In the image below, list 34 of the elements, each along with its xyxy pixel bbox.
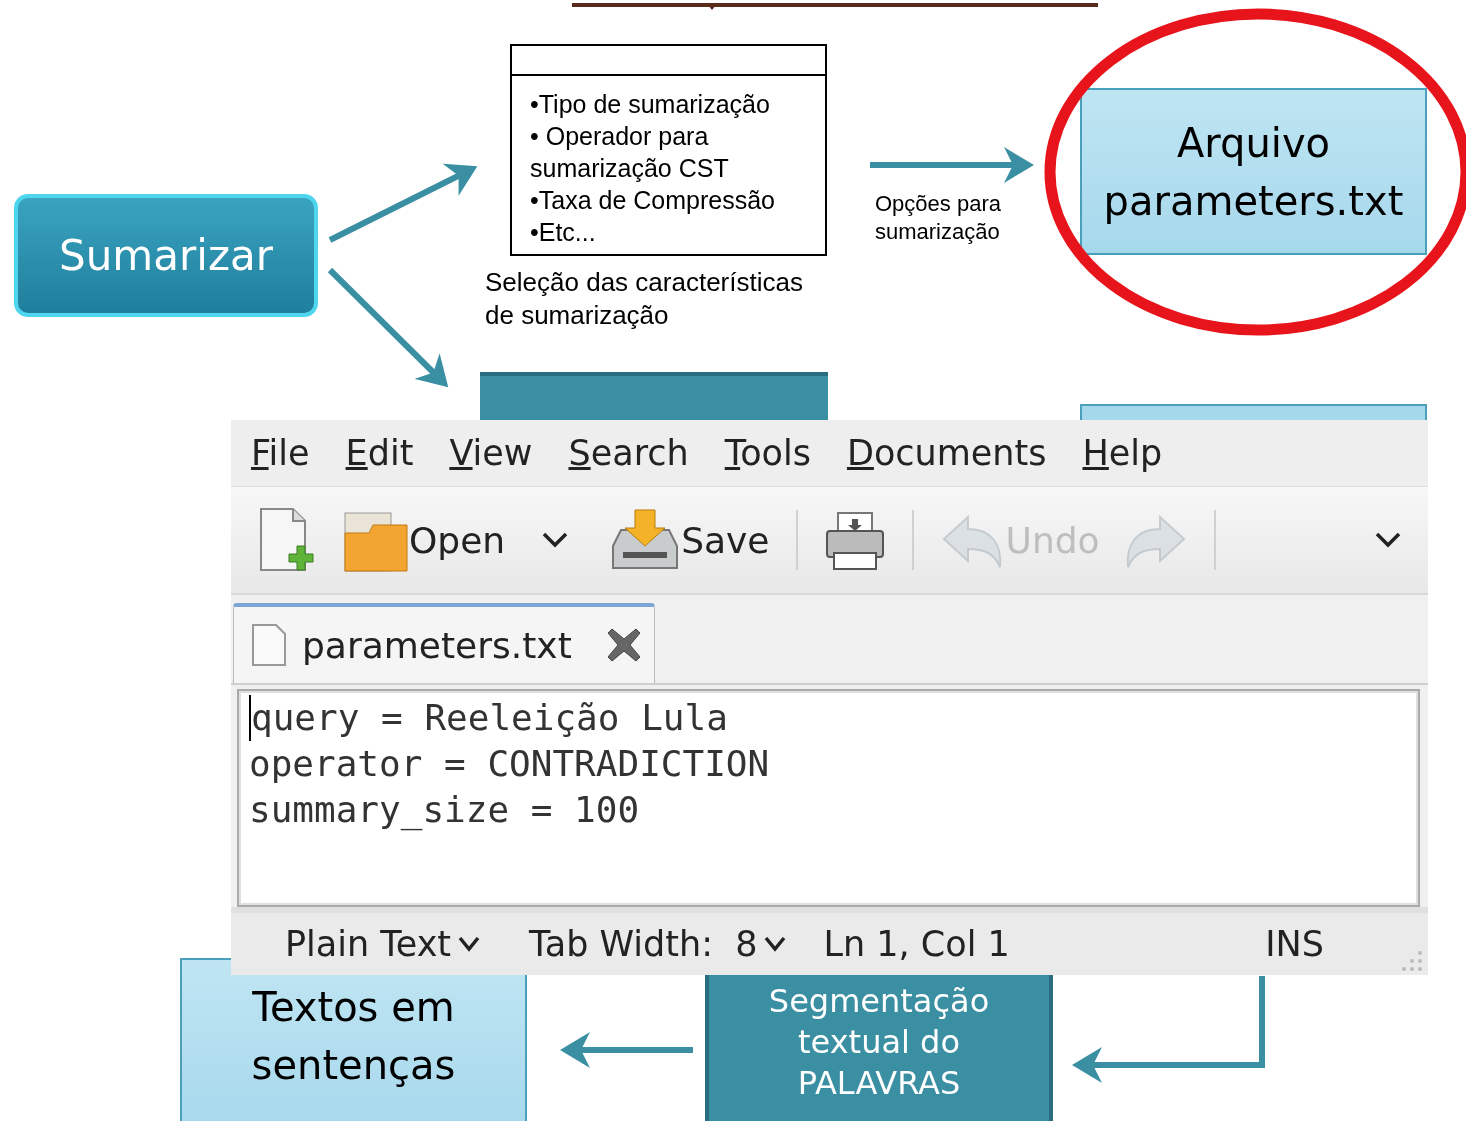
close-icon[interactable] bbox=[605, 627, 642, 664]
open-button[interactable]: Open bbox=[339, 503, 510, 578]
menu-item[interactable]: Documents bbox=[846, 433, 1047, 473]
list-item: •Etc... bbox=[530, 217, 596, 248]
menu-item[interactable]: File bbox=[251, 433, 310, 473]
list-item: •Tipo de sumarização bbox=[530, 89, 770, 120]
status-dropdown[interactable]: Tab Width: 8 bbox=[529, 923, 788, 964]
list-item: •Taxa de Compressão bbox=[530, 185, 775, 216]
text-editor[interactable]: query = Reeleição Lula operator = CONTRADICTION summary_size = 100 bbox=[237, 689, 1420, 907]
save-button[interactable]: Save bbox=[605, 504, 774, 577]
menu-item[interactable]: Help bbox=[1082, 433, 1163, 473]
chevron-down-icon bbox=[763, 934, 788, 953]
status-text: INS bbox=[1265, 923, 1324, 964]
code-line: operator = CONTRADICTION bbox=[249, 742, 770, 787]
status-text: Ln 1, Col 1 bbox=[823, 923, 1010, 964]
chevron-down-icon bbox=[1374, 531, 1402, 550]
code-line: query = Reeleição Lula bbox=[249, 695, 728, 742]
file-node: Arquivo parameters.txt bbox=[1080, 88, 1427, 255]
caption: Seleção das características de sumarização bbox=[485, 266, 804, 332]
list-item: • Operador para bbox=[530, 121, 709, 152]
arrow-label: Opções para sumarização bbox=[875, 190, 1002, 246]
list-item: sumarização CST bbox=[530, 153, 729, 184]
menu-item[interactable]: Search bbox=[568, 433, 689, 473]
process-node: Textos em sentenças bbox=[180, 958, 527, 1121]
file-tab[interactable]: parameters.txt bbox=[233, 603, 655, 684]
menu-item[interactable]: Edit bbox=[345, 433, 414, 473]
chevron-down-icon bbox=[541, 531, 570, 550]
document-icon bbox=[250, 623, 288, 668]
chevron-down-icon bbox=[457, 934, 482, 953]
menu-item[interactable]: View bbox=[449, 433, 533, 473]
process-node: Segmentação textual do PALAVRAS bbox=[705, 975, 1053, 1121]
printer-icon bbox=[823, 509, 886, 572]
menu-item[interactable]: Tools bbox=[724, 433, 811, 473]
code-line: summary_size = 100 bbox=[249, 788, 640, 833]
